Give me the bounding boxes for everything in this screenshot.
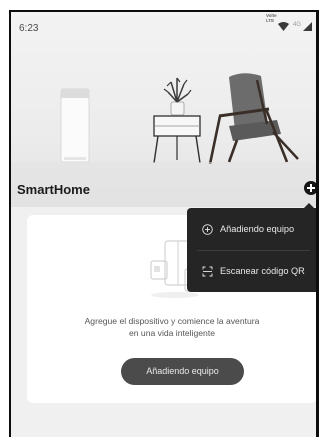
add-device-button[interactable] [304,181,316,195]
app-screen: 6:23 Volte LTE 4G SmartHome Agregue el d… [11,12,316,437]
plant-illustration [163,77,192,116]
empty-state-line-2: en una vida inteligente [128,328,215,338]
signal-icon [303,22,312,31]
qr-scan-icon [202,266,213,277]
wifi-icon [278,22,289,31]
empty-state-line-1: Agregue el dispositivo y comience la ave… [84,316,260,326]
menu-item-scan-qr[interactable]: Escanear código QR [187,252,316,292]
side-table-illustration [153,115,201,164]
status-bar: 6:23 Volte LTE 4G [11,12,316,46]
network-type-label: 4G [292,22,301,28]
armchair-illustration [208,73,299,165]
menu-item-add-equipment[interactable]: Añadiendo equipo [187,210,316,250]
plus-circle-icon [202,224,213,235]
add-menu-dropdown: Añadiendo equipo Escanear código QR [187,203,316,292]
menu-item-label: Añadiendo equipo [220,224,295,234]
add-equipment-button[interactable]: Añadiendo equipo [121,358,244,385]
phone-frame: 6:23 Volte LTE 4G SmartHome Agregue el d… [9,10,319,437]
menu-divider [197,250,310,251]
menu-item-label: Escanear código QR [220,266,305,276]
air-purifier-illustration [60,88,90,163]
page-title: SmartHome [17,182,90,197]
status-time: 6:23 [19,23,39,34]
empty-state-message: Agregue el dispositivo y comience la ave… [27,315,316,339]
volte-indicator: Volte LTE [266,13,277,23]
